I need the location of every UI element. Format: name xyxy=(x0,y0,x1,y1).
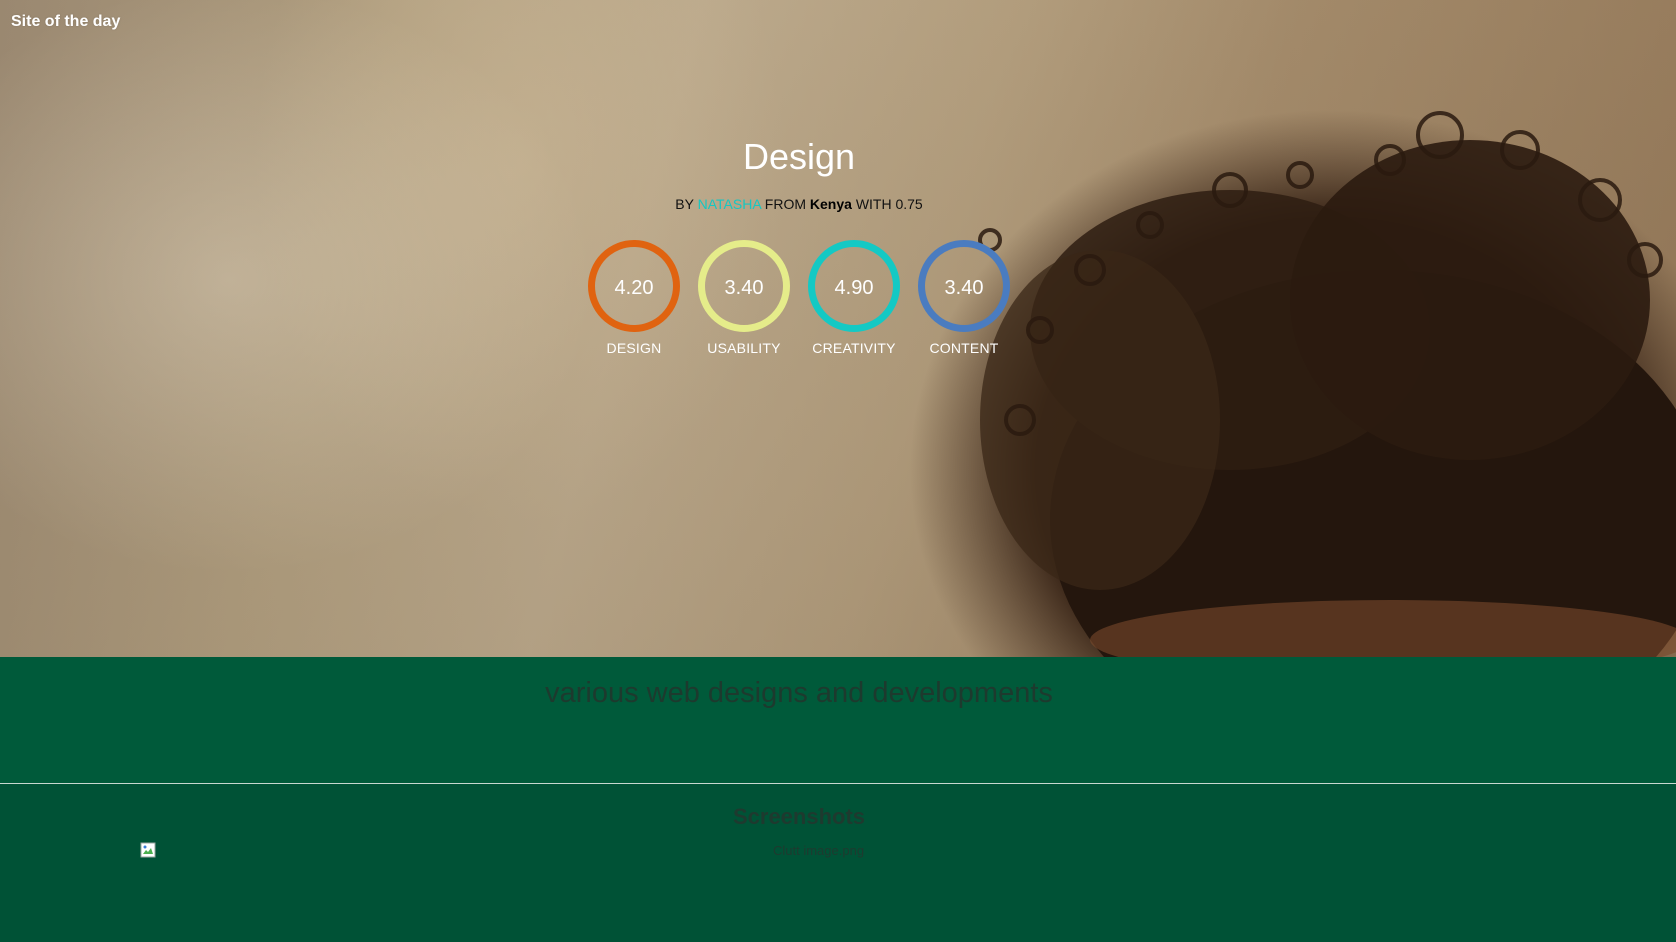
score-value-usability: 3.40 xyxy=(724,276,764,299)
score-ring-content: 3.40 xyxy=(918,240,1010,332)
byline-with: WITH 0.75 xyxy=(855,196,923,212)
score-rings: 4.20 DESIGN 3.40 USABILITY 4.90 CREATIVI… xyxy=(584,240,1014,356)
screenshot-image-alt: Clutt image.png xyxy=(773,843,865,858)
score-label-content: CONTENT xyxy=(929,340,999,356)
site-tagline: various web designs and developments xyxy=(545,677,1053,709)
score-value-design: 4.20 xyxy=(614,276,654,299)
score-creativity: 4.90 CREATIVITY xyxy=(804,240,904,356)
author-link[interactable]: NATASHA xyxy=(698,196,761,212)
broken-image-icon xyxy=(140,842,156,858)
site-of-the-day-label: Site of the day xyxy=(11,13,121,30)
byline: BY NATASHA FROM Kenya WITH 0.75 xyxy=(0,196,1598,212)
byline-country: Kenya xyxy=(809,196,852,212)
score-value-creativity: 4.90 xyxy=(834,276,874,299)
byline-from: FROM xyxy=(764,196,806,212)
screenshots-heading: Screenshots xyxy=(732,804,866,829)
score-content: 3.40 CONTENT xyxy=(914,240,1014,356)
score-value-content: 3.40 xyxy=(944,276,984,299)
score-label-design: DESIGN xyxy=(606,340,662,356)
byline-by: BY xyxy=(675,196,694,212)
score-design: 4.20 DESIGN xyxy=(584,240,684,356)
score-ring-design: 4.20 xyxy=(588,240,680,332)
score-usability: 3.40 USABILITY xyxy=(694,240,794,356)
description-section xyxy=(0,657,1676,783)
score-ring-creativity: 4.90 xyxy=(808,240,900,332)
score-ring-usability: 3.40 xyxy=(698,240,790,332)
page-title: Design xyxy=(742,136,856,177)
score-label-creativity: CREATIVITY xyxy=(812,340,896,356)
score-label-usability: USABILITY xyxy=(707,340,781,356)
